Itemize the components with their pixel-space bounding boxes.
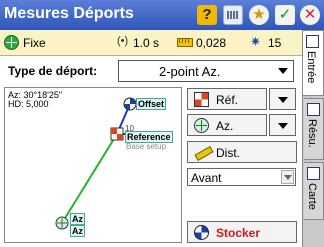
store-point-icon: [194, 225, 209, 240]
precision-ruler-icon: [177, 38, 193, 47]
keyboard-icon[interactable]: [223, 5, 243, 25]
tab-entry[interactable]: Entrée: [303, 30, 324, 96]
store-button-label: Stocker: [216, 226, 261, 240]
distance-button-label: Dist.: [216, 146, 240, 160]
close-icon[interactable]: ✕: [300, 5, 320, 25]
offset-map-view[interactable]: Az: 30°18'25" HD: 5,000 Offset 10 Refere…: [4, 87, 182, 243]
tab-map[interactable]: Carte: [304, 162, 324, 220]
favorites-star-icon[interactable]: ★: [249, 5, 269, 25]
base-az-label-1: Az: [70, 213, 85, 225]
tab-results[interactable]: Résu.: [304, 98, 324, 160]
azimuth-line: [61, 133, 118, 224]
window-title: Mesures Déports: [4, 5, 134, 22]
offset-type-value: 2-point Az.: [159, 64, 221, 79]
azimuth-button[interactable]: Az.: [187, 114, 267, 136]
tab-map-label: Carte: [306, 183, 318, 210]
chevron-down-icon[interactable]: [275, 63, 291, 79]
fix-status-icon: [4, 35, 19, 50]
azimuth-crosshair-icon: [194, 118, 209, 133]
title-bar: Mesures Déports ? ★ ✓ ✕: [0, 0, 324, 30]
direction-value: Avant: [191, 171, 222, 185]
base-point-icon: [55, 216, 69, 230]
side-tab-strip: Entrée Résu. Carte: [302, 30, 324, 247]
offset-point-icon: [123, 97, 137, 111]
base-setup-label: Base setup: [126, 142, 167, 151]
offset-diagram: [55, 97, 137, 230]
store-button[interactable]: Stocker: [187, 221, 297, 243]
offset-type-select[interactable]: 2-point Az.: [118, 60, 294, 82]
entry-icon: [306, 35, 319, 48]
direction-select[interactable]: Avant: [187, 168, 296, 186]
distance-button[interactable]: Dist.: [187, 141, 297, 163]
help-icon[interactable]: ?: [197, 5, 217, 25]
azimuth-dropdown-button[interactable]: [269, 114, 296, 136]
satellite-icon: ✷: [250, 34, 261, 49]
offset-point-label: Offset: [136, 98, 167, 110]
reference-button[interactable]: Réf.: [187, 88, 267, 110]
precision-value: 0,028: [196, 36, 227, 50]
tab-entry-label: Entrée: [305, 51, 317, 84]
base-az-label-2: Az: [70, 225, 85, 237]
gnss-status-bar[interactable]: Fixe (•) 1.0 s 0,028 ✷ 15: [0, 30, 302, 56]
tab-results-label: Résu.: [306, 119, 318, 148]
radio-link-icon: (•): [117, 35, 129, 47]
azimuth-button-label: Az.: [216, 119, 234, 133]
reference-flag-icon: [194, 92, 209, 107]
results-icon: [307, 103, 320, 116]
offset-type-label: Type de déport:: [8, 64, 98, 78]
tape-measure-icon: [194, 146, 212, 158]
chevron-down-icon[interactable]: [281, 170, 294, 184]
fix-status-label: Fixe: [23, 36, 46, 50]
map-icon: [307, 167, 320, 180]
epoch-interval: 1.0 s: [133, 36, 160, 50]
reference-button-label: Réf.: [216, 93, 239, 107]
reference-point-icon: [110, 127, 124, 141]
reference-dropdown-button[interactable]: [269, 88, 296, 110]
satellite-count: 15: [268, 36, 282, 50]
accept-check-icon[interactable]: ✓: [275, 5, 295, 25]
